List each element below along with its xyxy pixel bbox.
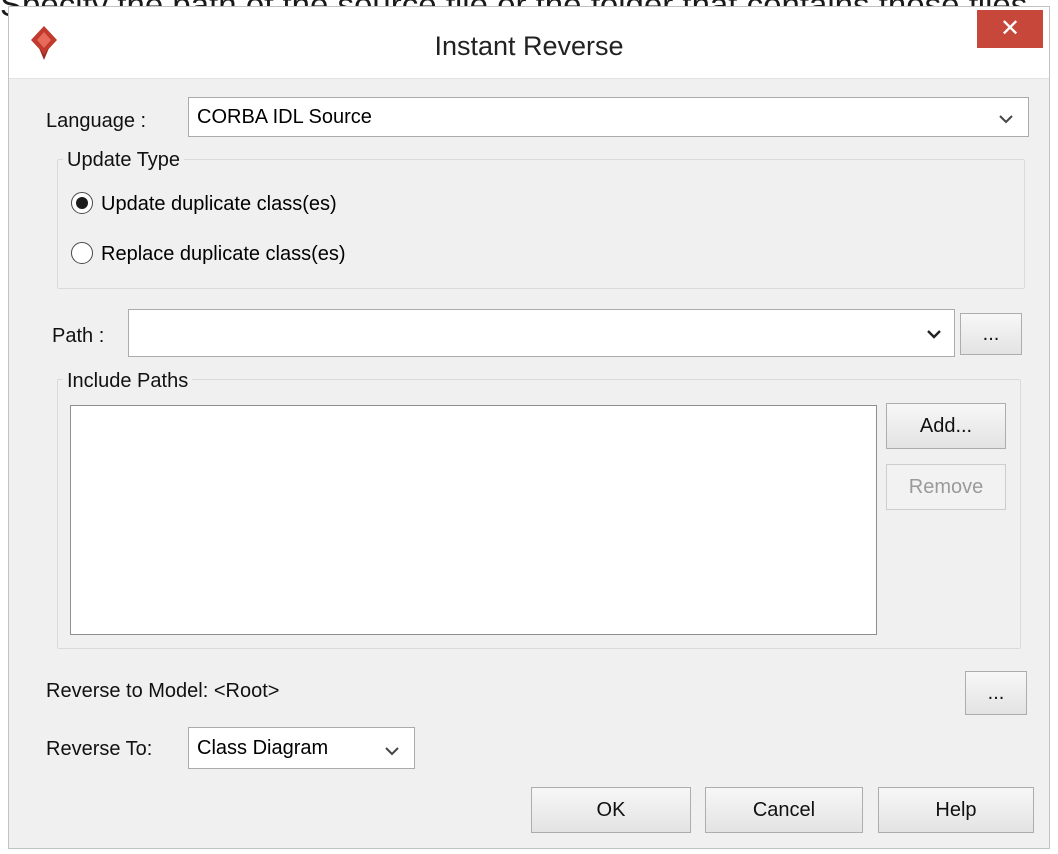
path-label: Path : <box>52 325 105 347</box>
add-include-path-button[interactable]: Add... <box>886 403 1006 449</box>
chevron-down-icon <box>385 747 399 756</box>
close-button[interactable]: ✕ <box>977 10 1043 48</box>
help-button[interactable]: Help <box>878 787 1034 833</box>
instant-reverse-dialog: Instant Reverse ✕ Language : CORBA IDL S… <box>8 6 1050 849</box>
update-type-group <box>57 159 1025 289</box>
include-paths-list[interactable] <box>70 405 877 635</box>
update-type-title: Update Type <box>63 147 185 173</box>
close-icon: ✕ <box>999 15 1021 42</box>
radio-replace-duplicate-label: Replace duplicate class(es) <box>101 243 346 265</box>
radio-update-duplicate-control[interactable] <box>71 192 93 214</box>
cancel-button[interactable]: Cancel <box>705 787 863 833</box>
path-browse-button[interactable]: ... <box>960 313 1022 355</box>
language-label: Language : <box>46 110 147 132</box>
title-bar[interactable]: Instant Reverse ✕ <box>9 7 1049 79</box>
radio-replace-duplicate[interactable]: Replace duplicate class(es) <box>71 239 451 269</box>
chevron-down-icon <box>999 115 1013 124</box>
radio-update-duplicate-label: Update duplicate class(es) <box>101 193 337 215</box>
radio-selected-dot <box>76 197 88 209</box>
reverse-model-browse-button[interactable]: ... <box>965 671 1027 715</box>
radio-replace-duplicate-control[interactable] <box>71 242 93 264</box>
reverse-to-select[interactable]: Class Diagram <box>188 727 415 769</box>
language-select[interactable]: CORBA IDL Source <box>188 97 1029 137</box>
path-combo[interactable] <box>128 309 955 357</box>
language-select-value: CORBA IDL Source <box>197 106 372 128</box>
reverse-to-model-label: Reverse to Model: <Root> <box>46 680 280 702</box>
radio-update-duplicate[interactable]: Update duplicate class(es) <box>71 189 451 219</box>
include-paths-title: Include Paths <box>63 368 193 394</box>
ok-button[interactable]: OK <box>531 787 691 833</box>
chevron-down-icon <box>927 330 941 339</box>
window-title: Instant Reverse <box>434 31 624 61</box>
reverse-to-label: Reverse To: <box>46 738 153 760</box>
remove-include-path-button[interactable]: Remove <box>886 464 1006 510</box>
reverse-to-select-value: Class Diagram <box>197 737 329 759</box>
